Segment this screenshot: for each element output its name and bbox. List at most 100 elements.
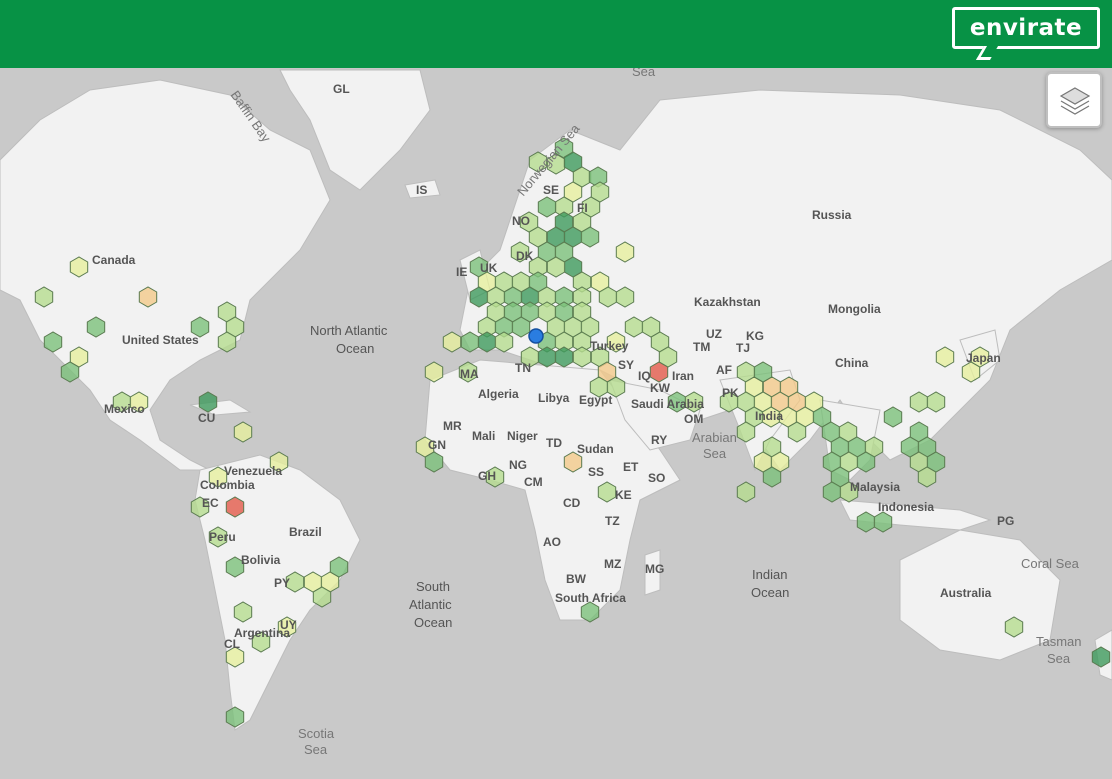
hexbin-cell[interactable]: [138, 286, 158, 308]
country-label: MR: [443, 419, 462, 433]
hexbin-cell[interactable]: [537, 196, 557, 218]
country-label: Japan: [966, 351, 1001, 365]
hexbin-cell[interactable]: [736, 421, 756, 443]
country-label: Argentina: [234, 626, 290, 640]
layers-control-button[interactable]: [1046, 72, 1102, 128]
country-label: Russia: [812, 208, 852, 222]
hexbin-cell[interactable]: [69, 256, 89, 278]
hexbin-cell[interactable]: [736, 481, 756, 503]
country-label: DK: [516, 249, 534, 263]
hexbin-cell[interactable]: [615, 286, 635, 308]
hexbin-cell[interactable]: [926, 391, 946, 413]
hexbin-cell[interactable]: [624, 316, 644, 338]
hexbin-cell[interactable]: [442, 331, 462, 353]
country-label: PK: [722, 386, 739, 400]
country-label: SE: [543, 183, 559, 197]
hexbin-cell[interactable]: [537, 346, 557, 368]
country-label: India: [755, 409, 783, 423]
hexbin-cell[interactable]: [856, 451, 876, 473]
country-label: GL: [333, 82, 350, 96]
country-label: Algeria: [478, 387, 519, 401]
layers-icon: [1059, 87, 1091, 115]
hexbin-cell[interactable]: [580, 226, 600, 248]
sea-label: Sea: [304, 742, 328, 757]
hexbin-cell[interactable]: [597, 481, 617, 503]
hexbin-cell[interactable]: [856, 511, 876, 533]
hexbin-cell[interactable]: [60, 361, 80, 383]
hexbin-cell[interactable]: [511, 316, 531, 338]
hexbin-cell[interactable]: [86, 316, 106, 338]
country-label: IE: [456, 265, 467, 279]
envirate-logo[interactable]: envirate: [952, 7, 1100, 49]
country-label: Venezuela: [224, 464, 282, 478]
hexbin-cell[interactable]: [329, 556, 349, 578]
hexbin-cell[interactable]: [572, 346, 592, 368]
country-label: MZ: [604, 557, 621, 571]
country-label: Bolivia: [241, 553, 281, 567]
hexbin-cell[interactable]: [580, 601, 600, 623]
hexbin-cell[interactable]: [1004, 616, 1024, 638]
hexbin-cell[interactable]: [590, 181, 610, 203]
country-label: IQ: [638, 369, 651, 383]
hexbin-cell[interactable]: [762, 466, 782, 488]
hexbin-cell[interactable]: [477, 331, 497, 353]
country-label: SY: [618, 358, 634, 372]
country-label: UK: [480, 261, 498, 275]
hexbin-cell[interactable]: [43, 331, 63, 353]
hexbin-cell[interactable]: [225, 706, 245, 728]
country-label: SO: [648, 471, 665, 485]
hexbin-cell[interactable]: [312, 586, 332, 608]
hexbin-cell[interactable]: [233, 421, 253, 443]
world-map[interactable]: GL IS NO SE FI DK IE UK Russia Kazakhsta…: [0, 68, 1112, 779]
ocean-label: Ocean: [414, 615, 452, 630]
hexbin-cell[interactable]: [424, 451, 444, 473]
country-label: RY: [651, 433, 667, 447]
hexbin-cell[interactable]: [822, 481, 842, 503]
country-label: SS: [588, 465, 604, 479]
hexbin-cell[interactable]: [469, 286, 489, 308]
hexbin-cell[interactable]: [787, 421, 807, 443]
hexbin-cell[interactable]: [649, 361, 669, 383]
hexbin-cell[interactable]: [217, 331, 237, 353]
hexbin-cell[interactable]: [546, 256, 566, 278]
hexbin-cell[interactable]: [494, 331, 514, 353]
hexbin-cell[interactable]: [198, 391, 218, 413]
hexbin-cell[interactable]: [615, 241, 635, 263]
country-label: TJ: [736, 341, 750, 355]
country-label: UZ: [706, 327, 722, 341]
country-label: Egypt: [579, 393, 612, 407]
country-label: TN: [515, 361, 531, 375]
country-label: GN: [428, 438, 446, 452]
hexbin-cell[interactable]: [909, 391, 929, 413]
hexbin-cell[interactable]: [935, 346, 955, 368]
country-label: Malaysia: [850, 480, 900, 494]
country-label: GH: [478, 469, 496, 483]
hexbin-cell[interactable]: [917, 466, 937, 488]
hexbin-cell[interactable]: [424, 361, 444, 383]
hexbin-cell[interactable]: [34, 286, 54, 308]
country-label: Niger: [507, 429, 538, 443]
country-label: MG: [645, 562, 664, 576]
sea-label: Tasman: [1036, 634, 1082, 649]
country-label: KW: [650, 381, 671, 395]
country-label: NO: [512, 214, 530, 228]
sea-label: Scotia: [298, 726, 335, 741]
country-label: PY: [274, 576, 290, 590]
hexbin-cell[interactable]: [873, 511, 893, 533]
country-label: Mexico: [104, 402, 145, 416]
hexbin-cell[interactable]: [598, 286, 618, 308]
country-label: Colombia: [200, 478, 255, 492]
hexbin-cell[interactable]: [1091, 646, 1111, 668]
country-label: United States: [122, 333, 199, 347]
hexbin-cell[interactable]: [225, 496, 245, 518]
sea-label: Sea: [703, 446, 727, 461]
hexbin-cell[interactable]: [883, 406, 903, 428]
hexbin-cell[interactable]: [460, 331, 480, 353]
country-label: BW: [566, 572, 587, 586]
country-label: MA: [460, 367, 479, 381]
hexbin-cell[interactable]: [233, 601, 253, 623]
selected-location-marker[interactable]: [528, 328, 544, 344]
country-label: Turkey: [590, 339, 629, 353]
hexbin-cell[interactable]: [554, 346, 574, 368]
country-label: AF: [716, 363, 732, 377]
